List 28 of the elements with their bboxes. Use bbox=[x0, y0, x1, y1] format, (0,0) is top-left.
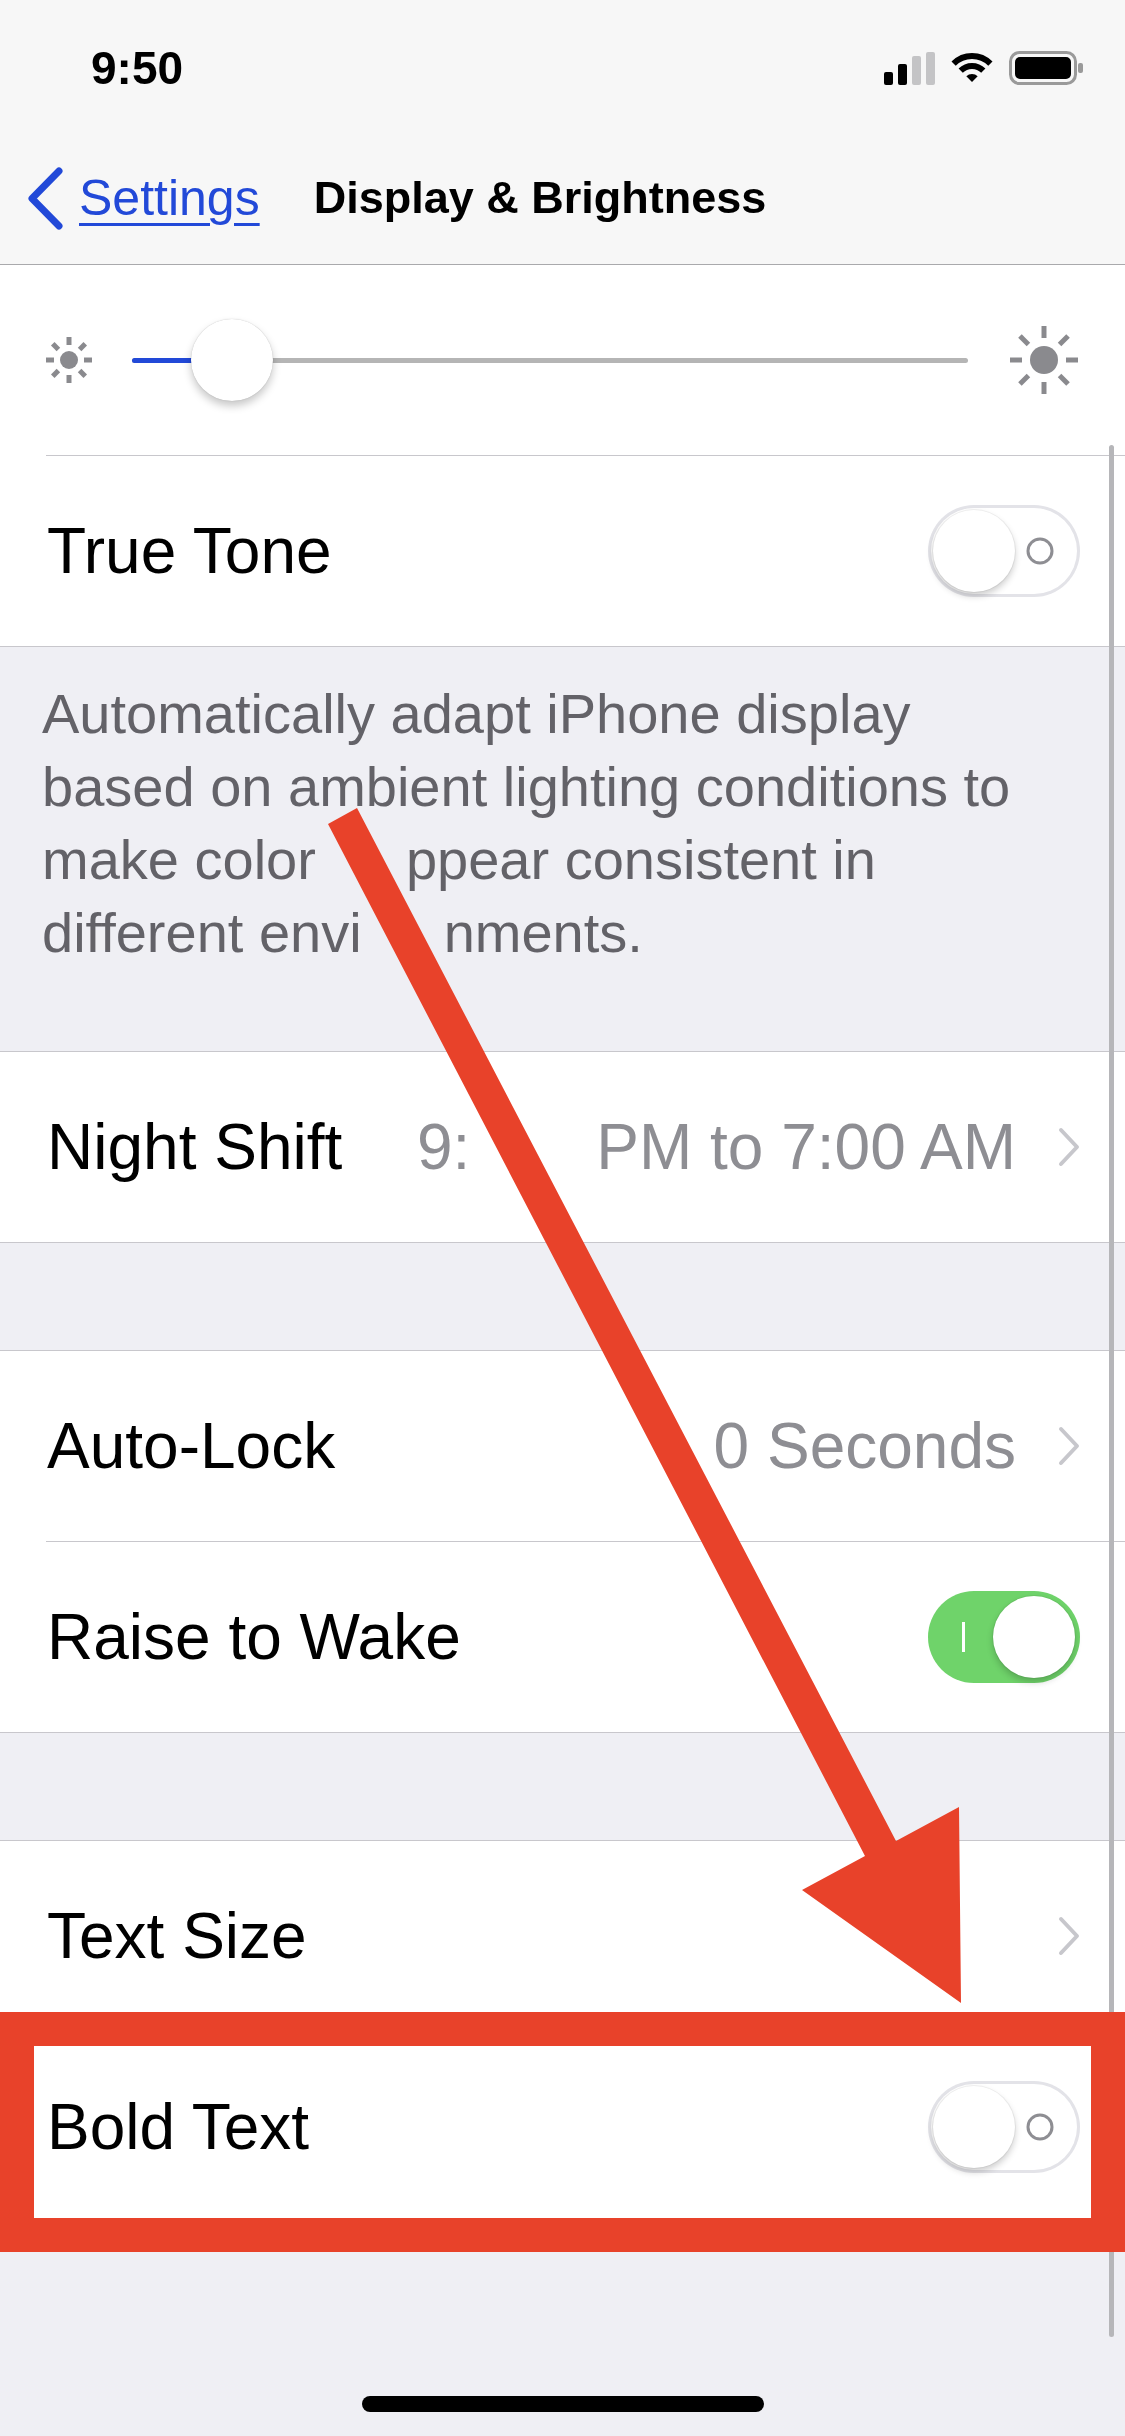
section-footer: Automatically adapt iPhone display based on ambient lighting conditions to make color ppear consistent in different envi nments. bbox=[0, 647, 1125, 1051]
settings-row[interactable]: Night Shift 9: PM to 7:00 AM bbox=[0, 1052, 1125, 1242]
chevron-icon bbox=[1058, 1127, 1080, 1167]
row-label: Text Size bbox=[47, 1899, 307, 1973]
ring-icon bbox=[1026, 2113, 1054, 2141]
chevron-icon bbox=[1058, 1426, 1080, 1466]
slider-thumb[interactable] bbox=[191, 319, 274, 401]
signal-icon bbox=[884, 51, 935, 85]
brightness-slider[interactable] bbox=[132, 319, 968, 401]
row-label: Auto-Lock bbox=[47, 1409, 336, 1483]
row-value: 0 Seconds bbox=[713, 1409, 1016, 1483]
row-label: True Tone bbox=[47, 514, 332, 588]
row-value: 9: PM to 7:00 AM bbox=[416, 1110, 1016, 1184]
chevron-icon bbox=[1058, 1916, 1080, 1956]
back-button[interactable]: Settings bbox=[27, 166, 260, 230]
wifi-icon bbox=[951, 53, 993, 83]
row-label: Raise to Wake bbox=[47, 1600, 461, 1674]
screen-title: Display & Brightness bbox=[313, 172, 767, 224]
battery-icon bbox=[1009, 51, 1083, 85]
line-icon bbox=[962, 1622, 965, 1652]
row-label: Bold Text bbox=[47, 2090, 310, 2164]
sun-small-icon bbox=[44, 335, 94, 385]
settings-row[interactable]: Auto-Lock 0 Seconds bbox=[0, 1351, 1125, 1541]
back-chevron-icon bbox=[27, 166, 63, 230]
status-time: 9:50 bbox=[91, 41, 184, 95]
row-label: Night Shift bbox=[47, 1110, 343, 1184]
ring-icon bbox=[1026, 537, 1054, 565]
sun-large-icon bbox=[1008, 324, 1080, 396]
